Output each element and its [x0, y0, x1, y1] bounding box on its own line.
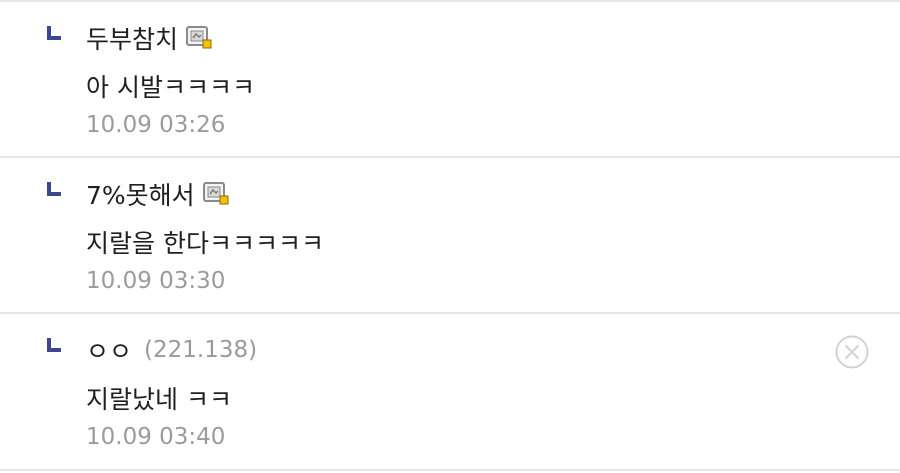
comment-text: 아 시발ㅋㅋㅋㅋ: [86, 73, 255, 102]
comment-nickname[interactable]: ㅇㅇ: [86, 332, 132, 368]
comment-item: 7%못해서 지랄을 한다ㅋㅋㅋㅋㅋ 10.09 03:30: [0, 158, 900, 314]
close-circle-icon[interactable]: [834, 334, 870, 370]
reply-arrow-icon: [46, 25, 62, 41]
comment-text: 지랄을 한다ㅋㅋㅋㅋㅋ: [86, 229, 324, 258]
comment-nickname[interactable]: 7%못해서: [86, 176, 195, 212]
gallog-icon[interactable]: [186, 26, 212, 50]
comment-list: 두부참치 아 시발ㅋㅋㅋㅋ 10.09 03:26 7%못해서 지랄을 한다ㅋㅋ…: [0, 0, 900, 473]
comment-header: 7%못해서: [86, 174, 229, 214]
comment-nickname[interactable]: 두부참치: [86, 20, 178, 56]
comment-header: ㅇㅇ (221.138): [86, 330, 257, 370]
comment-item: 두부참치 아 시발ㅋㅋㅋㅋ 10.09 03:26: [0, 2, 900, 158]
gallog-icon[interactable]: [202, 182, 229, 206]
reply-arrow-icon: [46, 337, 62, 353]
comment-date: 10.09 03:30: [86, 268, 226, 294]
comment-item: ㅇㅇ (221.138) 지랄났네 ㅋㅋ 10.09 03:40: [0, 314, 900, 471]
comment-ip: (221.138): [144, 337, 258, 363]
comment-date: 10.09 03:26: [86, 112, 226, 138]
reply-arrow-icon: [46, 181, 62, 197]
comment-header: 두부참치: [86, 18, 212, 58]
comment-text: 지랄났네 ㅋㅋ: [86, 385, 232, 414]
comment-date: 10.09 03:40: [86, 424, 226, 450]
